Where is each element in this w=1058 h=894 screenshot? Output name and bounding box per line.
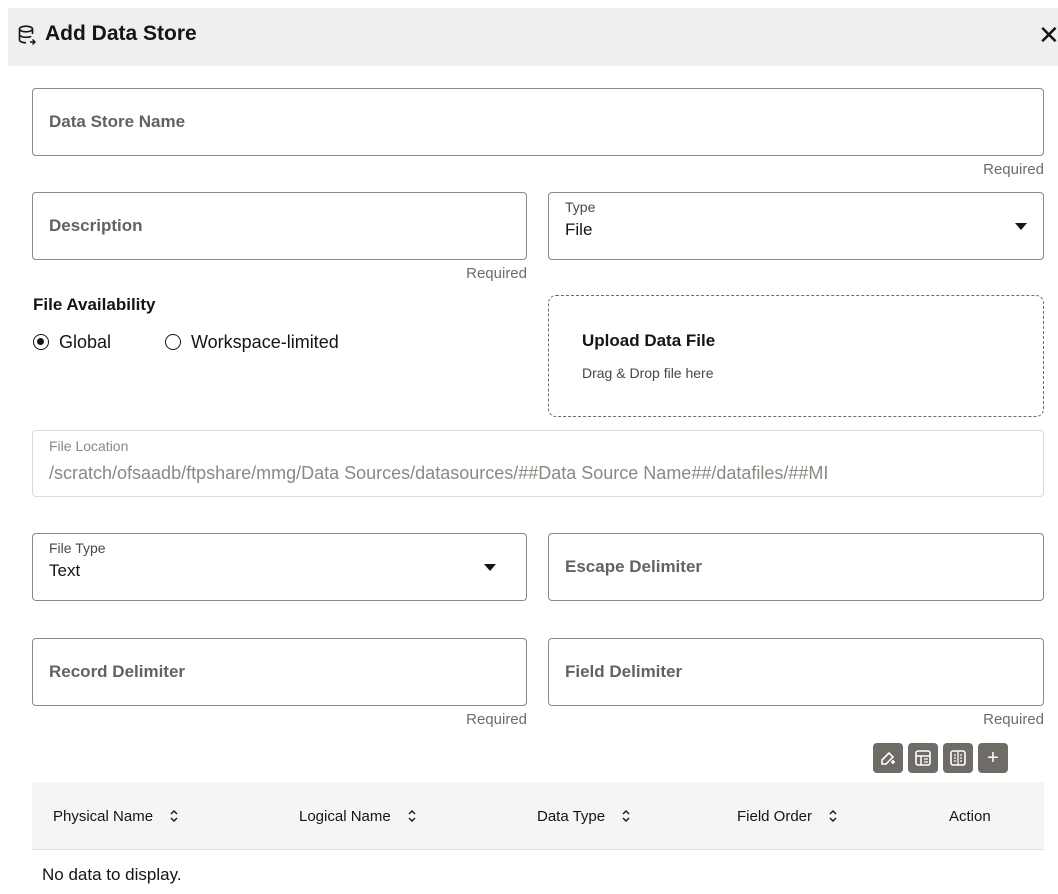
- table-toolbar: +: [873, 743, 1008, 773]
- edit-button[interactable]: [873, 743, 903, 773]
- file-location-value: /scratch/ofsaadb/ftpshare/mmg/Data Sourc…: [49, 463, 829, 483]
- table-header: Physical Name Logical Name Data Type Fie…: [32, 782, 1044, 850]
- grid-button[interactable]: [943, 743, 973, 773]
- record-delimiter-input[interactable]: Record Delimiter: [32, 638, 527, 706]
- file-location-field: File Location /scratch/ofsaadb/ftpshare/…: [32, 430, 1044, 497]
- file-type-value: Text: [49, 561, 81, 580]
- upload-subtitle: Drag & Drop file here: [582, 365, 714, 381]
- description-input[interactable]: Description: [32, 192, 527, 260]
- escape-delimiter-placeholder: Escape Delimiter: [565, 557, 703, 576]
- field-delimiter-placeholder: Field Delimiter: [565, 662, 683, 681]
- plus-icon: +: [987, 746, 999, 769]
- data-store-name-placeholder: Data Store Name: [49, 112, 186, 131]
- type-value: File: [565, 220, 593, 239]
- close-button[interactable]: ✕: [1038, 21, 1058, 49]
- field-delimiter-required: Required: [983, 711, 1044, 728]
- radio-checked-icon: [33, 334, 49, 350]
- radio-workspace-limited-label: Workspace-limited: [191, 331, 339, 352]
- record-delimiter-placeholder: Record Delimiter: [49, 662, 186, 681]
- column-header-field-order[interactable]: Field Order: [737, 782, 838, 850]
- file-availability-title: File Availability: [33, 295, 156, 314]
- record-delimiter-required: Required: [466, 711, 527, 728]
- radio-unchecked-icon: [165, 334, 181, 350]
- edit-icon: [881, 751, 895, 765]
- sort-icon: [829, 810, 837, 822]
- sort-icon: [408, 810, 416, 822]
- column-header-action: Action: [949, 807, 991, 825]
- description-placeholder: Description: [49, 216, 143, 235]
- database-button[interactable]: [908, 743, 938, 773]
- sort-icon: [622, 810, 630, 822]
- field-delimiter-input[interactable]: Field Delimiter: [548, 638, 1044, 706]
- dialog-header: Add Data Store ✕: [8, 8, 1058, 66]
- type-select[interactable]: Type File: [548, 192, 1044, 260]
- file-type-select[interactable]: File Type Text: [32, 533, 527, 601]
- table-empty-message: No data to display.: [42, 865, 182, 884]
- data-store-name-input[interactable]: Data Store Name: [32, 88, 1044, 156]
- database-icon: [915, 750, 931, 766]
- column-header-data-type[interactable]: Data Type: [537, 782, 631, 850]
- grid-icon: [950, 750, 966, 766]
- dialog-title: Add Data Store: [45, 22, 197, 45]
- radio-global-label: Global: [59, 331, 112, 352]
- chevron-down-icon: [484, 564, 496, 571]
- radio-global[interactable]: Global: [33, 330, 111, 354]
- data-store-icon: [18, 25, 36, 45]
- upload-title: Upload Data File: [582, 331, 716, 350]
- add-button[interactable]: +: [978, 743, 1008, 773]
- type-label: Type: [565, 199, 596, 215]
- upload-dropzone[interactable]: Upload Data File Drag & Drop file here: [548, 295, 1044, 417]
- radio-workspace-limited[interactable]: Workspace-limited: [165, 330, 339, 354]
- column-header-logical-name[interactable]: Logical Name: [299, 782, 417, 850]
- description-required: Required: [466, 265, 527, 282]
- file-type-label: File Type: [49, 540, 106, 556]
- file-location-label: File Location: [49, 438, 129, 454]
- data-store-name-required: Required: [983, 161, 1044, 178]
- escape-delimiter-input[interactable]: Escape Delimiter: [548, 533, 1044, 601]
- chevron-down-icon: [1015, 223, 1027, 230]
- column-header-physical-name[interactable]: Physical Name: [53, 782, 179, 850]
- sort-icon: [170, 810, 178, 822]
